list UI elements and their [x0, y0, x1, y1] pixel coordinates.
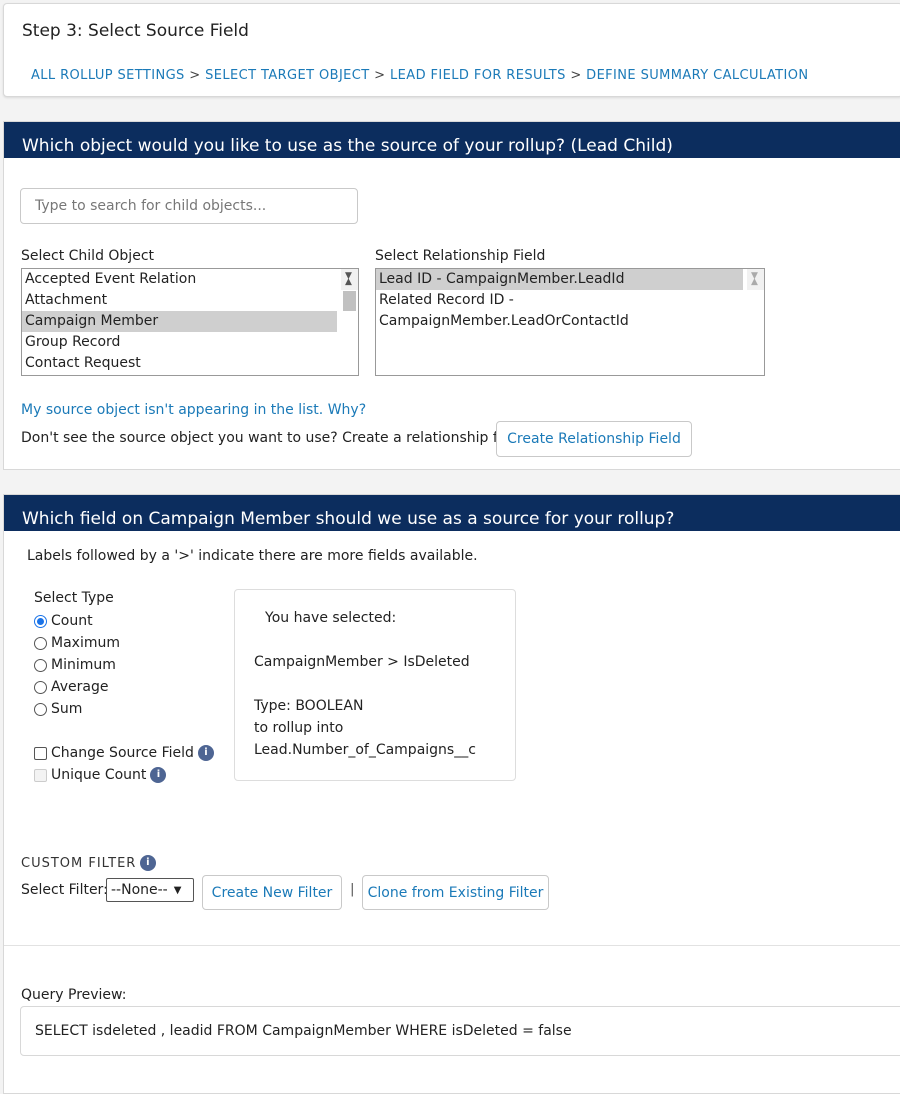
change-source-field-checkbox[interactable]: Change Source Field i	[34, 742, 214, 764]
breadcrumb-all-rollup-settings[interactable]: ALL ROLLUP SETTINGS	[31, 68, 185, 83]
button-divider: |	[350, 881, 355, 897]
radio-maximum[interactable]: Maximum	[34, 632, 214, 654]
breadcrumb-lead-field-for-results[interactable]: LEAD FIELD FOR RESULTS	[390, 68, 566, 83]
radio-sum[interactable]: Sum	[34, 698, 214, 720]
step-card: Step 3: Select Source Field ALL ROLLUP S…	[3, 3, 900, 97]
create-new-filter-button[interactable]: Create New Filter	[202, 875, 342, 910]
radio-icon[interactable]	[34, 636, 47, 650]
select-filter-label: Select Filter:	[21, 882, 108, 898]
child-object-search-input[interactable]	[20, 188, 358, 224]
radio-label: Minimum	[51, 657, 116, 673]
custom-filter-label: CUSTOM FILTER i	[21, 855, 157, 871]
info-icon[interactable]: i	[197, 745, 214, 761]
radio-label: Maximum	[51, 635, 120, 651]
page-title: Step 3: Select Source Field	[22, 21, 249, 41]
child-object-label: Select Child Object	[21, 248, 154, 264]
radio-icon[interactable]	[34, 658, 47, 672]
radio-label: Count	[51, 613, 93, 629]
breadcrumb-separator: >	[189, 68, 201, 83]
list-item[interactable]: Contact Request	[22, 353, 337, 374]
checkbox-disabled-icon	[34, 768, 47, 782]
summary-type: Type: BOOLEAN	[254, 698, 364, 714]
radio-average[interactable]: Average	[34, 676, 214, 698]
source-field-section: Which field on Campaign Member should we…	[3, 494, 900, 1094]
checkbox-label: Change Source Field	[51, 745, 194, 761]
summary-heading: You have selected:	[265, 610, 397, 626]
radio-minimum[interactable]: Minimum	[34, 654, 214, 676]
radio-label: Average	[51, 679, 109, 695]
radio-selected-icon[interactable]	[34, 614, 47, 628]
child-object-listbox[interactable]: Accepted Event Relation Attachment Campa…	[21, 268, 359, 376]
query-preview-label: Query Preview:	[21, 987, 127, 1003]
query-preview: SELECT isdeleted , leadid FROM CampaignM…	[20, 1006, 900, 1056]
breadcrumb-define-summary-calculation[interactable]: DEFINE SUMMARY CALCULATION	[586, 68, 808, 83]
section-header: Which object would you like to use as th…	[4, 122, 900, 158]
summary-path: CampaignMember > IsDeleted	[254, 654, 470, 670]
info-icon[interactable]: i	[150, 767, 167, 783]
list-item[interactable]: Accepted Event Relation	[22, 269, 337, 290]
select-type-label: Select Type	[34, 590, 114, 606]
filter-select-value: --None--	[111, 882, 168, 898]
radio-icon[interactable]	[34, 680, 47, 694]
fields-note: Labels followed by a '>' indicate there …	[27, 548, 478, 564]
select-type-group: Select Type Count Maximum Minimum Averag…	[34, 590, 214, 786]
unique-count-checkbox: Unique Count i	[34, 764, 214, 786]
scrollbar[interactable]: ▲ ▼	[341, 269, 358, 311]
summary-rollup-into: to rollup into	[254, 720, 344, 736]
checkbox-icon[interactable]	[34, 746, 47, 760]
list-item[interactable]: Lead ID - CampaignMember.LeadId	[376, 269, 743, 290]
list-item[interactable]: Related Record ID - CampaignMember.LeadO…	[376, 290, 743, 329]
list-item[interactable]: Campaign Member	[22, 311, 337, 332]
filter-select[interactable]: --None-- ▼	[106, 878, 194, 902]
summary-target: Lead.Number_of_Campaigns__c	[254, 742, 476, 758]
radio-icon[interactable]	[34, 702, 47, 716]
breadcrumb: ALL ROLLUP SETTINGS > SELECT TARGET OBJE…	[31, 68, 809, 83]
custom-filter-text: CUSTOM FILTER	[21, 855, 137, 871]
section-header: Which field on Campaign Member should we…	[4, 495, 900, 531]
checkbox-label: Unique Count	[51, 767, 147, 783]
breadcrumb-separator: >	[570, 68, 582, 83]
breadcrumb-separator: >	[374, 68, 386, 83]
relationship-field-label: Select Relationship Field	[375, 248, 546, 264]
relationship-field-listbox[interactable]: Lead ID - CampaignMember.LeadId Related …	[375, 268, 765, 376]
breadcrumb-select-target-object[interactable]: SELECT TARGET OBJECT	[205, 68, 370, 83]
radio-label: Sum	[51, 701, 83, 717]
help-link[interactable]: My source object isn't appearing in the …	[21, 402, 366, 418]
selected-field-summary: You have selected: CampaignMember > IsDe…	[234, 589, 516, 781]
info-icon[interactable]: i	[140, 855, 157, 871]
scrollbar[interactable]: ▲ ▼	[747, 269, 764, 290]
source-object-section: Which object would you like to use as th…	[3, 121, 900, 470]
list-item[interactable]: Attachment	[22, 290, 337, 311]
create-relationship-text: Don't see the source object you want to …	[21, 430, 529, 446]
list-item[interactable]: Group Record	[22, 332, 337, 353]
divider	[4, 945, 900, 946]
create-relationship-field-button[interactable]: Create Relationship Field	[496, 421, 692, 457]
radio-count[interactable]: Count	[34, 610, 214, 632]
chevron-down-icon: ▼	[173, 884, 182, 896]
clone-filter-button[interactable]: Clone from Existing Filter	[362, 875, 549, 910]
